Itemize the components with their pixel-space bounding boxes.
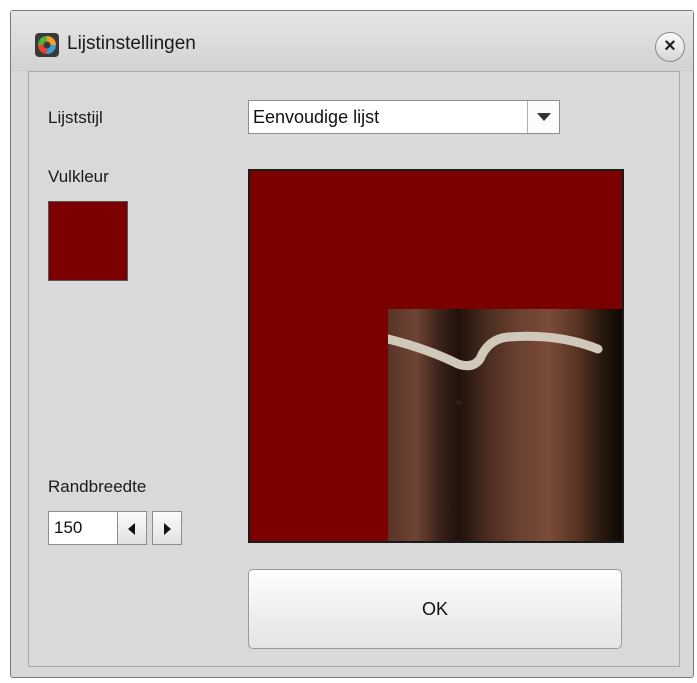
ok-button[interactable]: OK (248, 569, 622, 649)
frame-style-dropdown[interactable]: Eenvoudige lijst (248, 100, 560, 134)
title-bar[interactable]: Lijstinstellingen × (11, 11, 693, 71)
chevron-down-icon[interactable] (527, 101, 559, 133)
photo-app-icon (35, 33, 59, 57)
fill-color-label: Vulkleur (48, 167, 109, 186)
arrow-right-icon[interactable] (152, 511, 182, 545)
preview-photo (388, 309, 622, 541)
border-width-value: 150 (54, 518, 83, 537)
photo-detail (388, 331, 603, 371)
window-title: Lijstinstellingen (67, 33, 196, 54)
close-button[interactable]: × (655, 32, 685, 62)
frame-style-label: Lijststijl (48, 108, 103, 127)
fill-color-swatch[interactable] (48, 201, 128, 281)
close-icon: × (664, 35, 676, 57)
frame-settings-dialog: Lijstinstellingen × Lijststijl Eenvoudig… (10, 10, 694, 678)
dialog-content: Lijststijl Eenvoudige lijst Vulkleur Ran… (28, 71, 680, 667)
frame-style-value: Eenvoudige lijst (253, 107, 380, 127)
border-width-label: Randbreedte (48, 477, 147, 496)
frame-preview (248, 169, 624, 543)
border-width-input[interactable]: 150 (48, 511, 120, 545)
arrow-left-icon[interactable] (117, 511, 147, 545)
